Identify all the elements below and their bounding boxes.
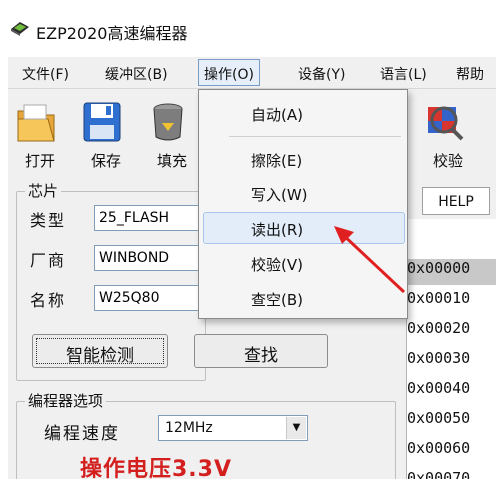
voltage-label: 操作电压3.3V — [80, 457, 232, 479]
menu-help[interactable]: 帮助 — [456, 64, 484, 84]
annotation-arrow-icon — [334, 226, 406, 294]
menu-item-read[interactable]: 读出(R) — [251, 219, 303, 240]
hex-row[interactable]: 0x00030 — [407, 349, 496, 375]
menu-buffer[interactable]: 缓冲区(B) — [105, 64, 168, 84]
menu-file[interactable]: 文件(F) — [22, 64, 69, 84]
verify-label: 校验 — [432, 152, 463, 170]
menu-operation[interactable]: 操作(O) — [198, 59, 260, 86]
tab-help[interactable]: HELP — [422, 187, 490, 215]
chip-name-field[interactable] — [94, 285, 206, 311]
menu-device[interactable]: 设备(Y) — [298, 64, 345, 84]
hex-row[interactable]: 0x00060 — [407, 439, 496, 465]
window-title: EZP2020高速编程器 — [36, 24, 188, 43]
chip-group-title: 芯片 — [25, 180, 62, 201]
chip-vendor-field[interactable] — [94, 245, 206, 271]
menu-item-erase[interactable]: 擦除(E) — [251, 150, 302, 171]
name-label: 名称 — [30, 291, 67, 310]
smart-detect-label: 智能检测 — [66, 346, 134, 366]
hex-address-column: 0x00000 0x00010 0x00020 0x00030 0x00040 … — [406, 219, 496, 479]
hex-row[interactable]: 0x00020 — [407, 319, 496, 345]
vendor-label: 厂商 — [30, 251, 67, 270]
programmer-options-title: 编程器选项 — [25, 390, 107, 411]
hex-row[interactable]: 0x00070 — [407, 469, 496, 479]
open-label: 打开 — [24, 152, 55, 170]
floppy-disk-icon — [83, 102, 121, 142]
title-bar: EZP2020高速编程器 — [0, 0, 496, 52]
menu-item-verify[interactable]: 校验(V) — [251, 254, 303, 275]
paint-bucket-icon — [153, 103, 183, 141]
fill-label: 填充 — [156, 152, 187, 170]
menu-item-write[interactable]: 写入(W) — [251, 184, 308, 205]
hex-row[interactable]: 0x00040 — [407, 379, 496, 405]
save-button[interactable]: 保存 — [76, 95, 136, 175]
smart-detect-button[interactable]: 智能检测 — [32, 334, 168, 368]
chevron-down-icon[interactable]: ▼ — [286, 417, 306, 439]
menu-separator — [229, 136, 401, 137]
menu-language[interactable]: 语言(L) — [380, 64, 427, 84]
speed-label: 编程速度 — [44, 424, 120, 444]
search-label: 查找 — [244, 346, 278, 366]
tab-help-label: HELP — [438, 194, 474, 210]
chip-type-field[interactable] — [94, 205, 206, 231]
speed-value: 12MHz — [165, 420, 213, 436]
magnifier-chip-icon — [428, 106, 464, 141]
open-button[interactable]: 打开 — [10, 95, 70, 175]
folder-icon — [17, 104, 55, 142]
hex-row[interactable]: 0x00050 — [407, 409, 496, 435]
menu-item-auto[interactable]: 自动(A) — [251, 104, 303, 125]
verify-button[interactable]: 校验 — [418, 95, 478, 175]
hex-row[interactable]: 0x00010 — [407, 289, 496, 315]
hex-row[interactable]: 0x00000 — [407, 259, 496, 285]
app-logo-icon — [11, 22, 29, 36]
menu-item-blank-check[interactable]: 查空(B) — [251, 289, 303, 310]
menu-bar: 文件(F) 缓冲区(B) 操作(O) 设备(Y) 语言(L) 帮助 — [8, 57, 496, 89]
fill-button[interactable]: 填充 — [142, 95, 202, 175]
speed-select[interactable]: 12MHz ▼ — [158, 415, 308, 441]
save-label: 保存 — [90, 152, 121, 170]
search-button[interactable]: 查找 — [194, 334, 328, 368]
type-label: 类型 — [30, 211, 67, 230]
